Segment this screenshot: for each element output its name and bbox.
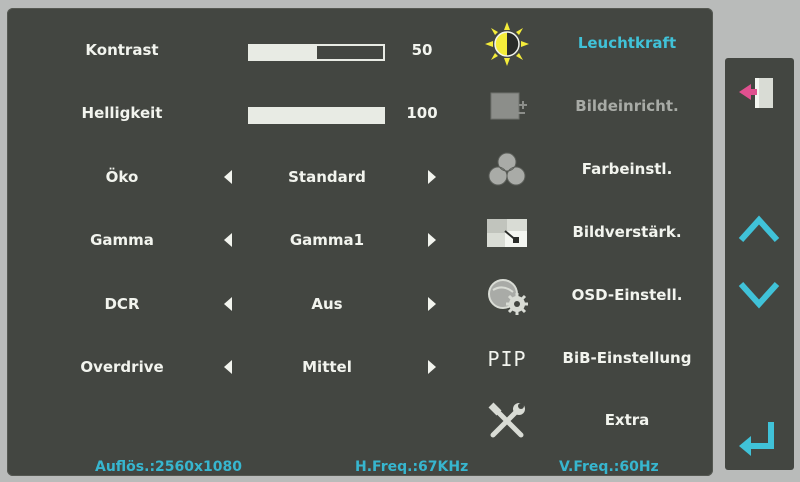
vfreq-info: V.Freq.:60Hz [559,459,659,475]
resolution-info: Auflös.:2560x1080 [95,459,243,475]
up-arrow-icon[interactable] [735,206,783,254]
osd-main-panel: Kontrast 50 Helligkeit 100 Öko Standard … [7,8,713,476]
dcr-prev-arrow-icon[interactable] [224,297,232,311]
hfreq-info: H.Freq.:67KHz [355,459,469,475]
overdrive-prev-arrow-icon[interactable] [224,360,232,374]
dcr-value: Aus [311,295,343,313]
enter-icon[interactable] [735,416,783,464]
setting-row-dcr[interactable]: DCR Aus [7,284,467,324]
setting-row-gamma[interactable]: Gamma Gamma1 [7,220,467,260]
menu-label: Leuchtkraft [577,34,677,52]
kontrast-slider-fill [250,46,317,59]
gamma-prev-arrow-icon[interactable] [224,233,232,247]
setting-row-kontrast[interactable]: Kontrast 50 [7,30,467,70]
menu-label: Bildeinricht. [575,97,679,115]
menu-item-bildverstaerk[interactable]: Bildverstärk. [477,205,713,259]
setting-row-overdrive[interactable]: Overdrive Mittel [7,347,467,387]
helligkeit-value: 100 [406,104,438,122]
oeko-next-arrow-icon[interactable] [428,170,436,184]
overdrive-value: Mittel [302,358,352,376]
setting-label: Gamma [90,231,154,249]
picture-boost-icon [487,219,527,247]
osd-settings-icon [488,279,528,315]
menu-label: Farbeinstl. [581,160,673,178]
kontrast-slider[interactable] [248,44,385,61]
osd-side-panel [725,58,794,470]
menu-item-osd-einstell[interactable]: OSD-Einstell. [477,268,713,322]
setting-label: Helligkeit [81,104,163,122]
setting-label: Kontrast [85,41,159,59]
menu-item-bib-einstellung[interactable]: PIP BiB-Einstellung [477,331,713,385]
setting-row-helligkeit[interactable]: Helligkeit 100 [7,93,467,133]
setting-row-oeko[interactable]: Öko Standard [7,157,467,197]
menu-item-bildeinricht[interactable]: Bildeinricht. [477,79,713,133]
gamma-value: Gamma1 [289,231,365,249]
kontrast-value: 50 [411,41,433,59]
menu-label: BiB-Einstellung [562,349,692,367]
menu-label: Extra [604,411,650,429]
down-arrow-icon[interactable] [735,270,783,318]
menu-label: OSD-Einstell. [571,286,683,304]
oeko-prev-arrow-icon[interactable] [224,170,232,184]
overdrive-next-arrow-icon[interactable] [428,360,436,374]
helligkeit-slider[interactable] [248,107,385,124]
image-setup-icon [490,92,527,120]
exit-icon[interactable] [735,70,783,118]
menu-item-farbeinstl[interactable]: Farbeinstl. [477,142,713,196]
pip-icon: PIP [487,347,527,371]
dcr-next-arrow-icon[interactable] [428,297,436,311]
tools-icon [488,402,525,438]
setting-label: Öko [105,168,139,186]
setting-label: Overdrive [80,358,164,376]
menu-item-extra[interactable]: Extra [477,393,713,447]
color-settings-icon [488,152,526,186]
brightness-sun-icon [485,22,529,66]
menu-label: Bildverstärk. [572,223,682,241]
helligkeit-slider-fill [250,109,383,122]
menu-item-leuchtkraft[interactable]: Leuchtkraft [477,16,713,70]
setting-label: DCR [104,295,140,313]
gamma-next-arrow-icon[interactable] [428,233,436,247]
oeko-value: Standard [288,168,366,186]
